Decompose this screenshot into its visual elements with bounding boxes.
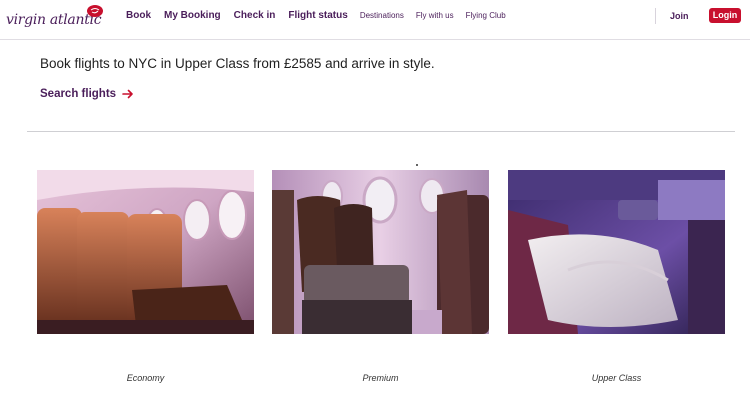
nav-flying-club[interactable]: Flying Club	[466, 11, 506, 20]
economy-seats-photo	[37, 170, 254, 334]
header-divider	[655, 8, 656, 24]
economy-caption: Economy	[126, 373, 165, 383]
section-divider	[27, 131, 735, 132]
nav-book[interactable]: Book	[126, 10, 151, 21]
premium-caption: Premium	[362, 373, 399, 383]
carousel-dot	[416, 164, 418, 166]
arrow-right-icon	[122, 89, 133, 99]
upper-class-caption: Upper Class	[591, 373, 642, 383]
login-button[interactable]: Login	[709, 8, 741, 23]
economy-cabin-image[interactable]	[37, 170, 254, 334]
nav-my-booking[interactable]: My Booking	[164, 10, 221, 21]
promo-headline: Book flights to NYC in Upper Class from …	[40, 56, 435, 71]
main-nav: Book My Booking Check in Flight status D…	[126, 10, 506, 21]
premium-cabin-image[interactable]	[272, 170, 489, 334]
upper-class-suite-photo	[508, 170, 725, 334]
site-header: virgin atlantic Book My Booking Check in…	[0, 0, 750, 40]
upper-class-cabin-image[interactable]	[508, 170, 725, 334]
search-flights-label: Search flights	[40, 88, 117, 100]
join-link[interactable]: Join	[670, 11, 689, 21]
nav-fly-with-us[interactable]: Fly with us	[416, 11, 454, 20]
nav-destinations[interactable]: Destinations	[360, 11, 404, 20]
nav-flight-status[interactable]: Flight status	[288, 10, 347, 21]
virgin-badge-icon	[87, 5, 103, 17]
search-flights-link[interactable]: Search flights	[40, 88, 134, 100]
premium-seats-photo	[272, 170, 489, 334]
virgin-atlantic-logo[interactable]: virgin atlantic	[6, 4, 106, 34]
nav-check-in[interactable]: Check in	[234, 10, 276, 21]
